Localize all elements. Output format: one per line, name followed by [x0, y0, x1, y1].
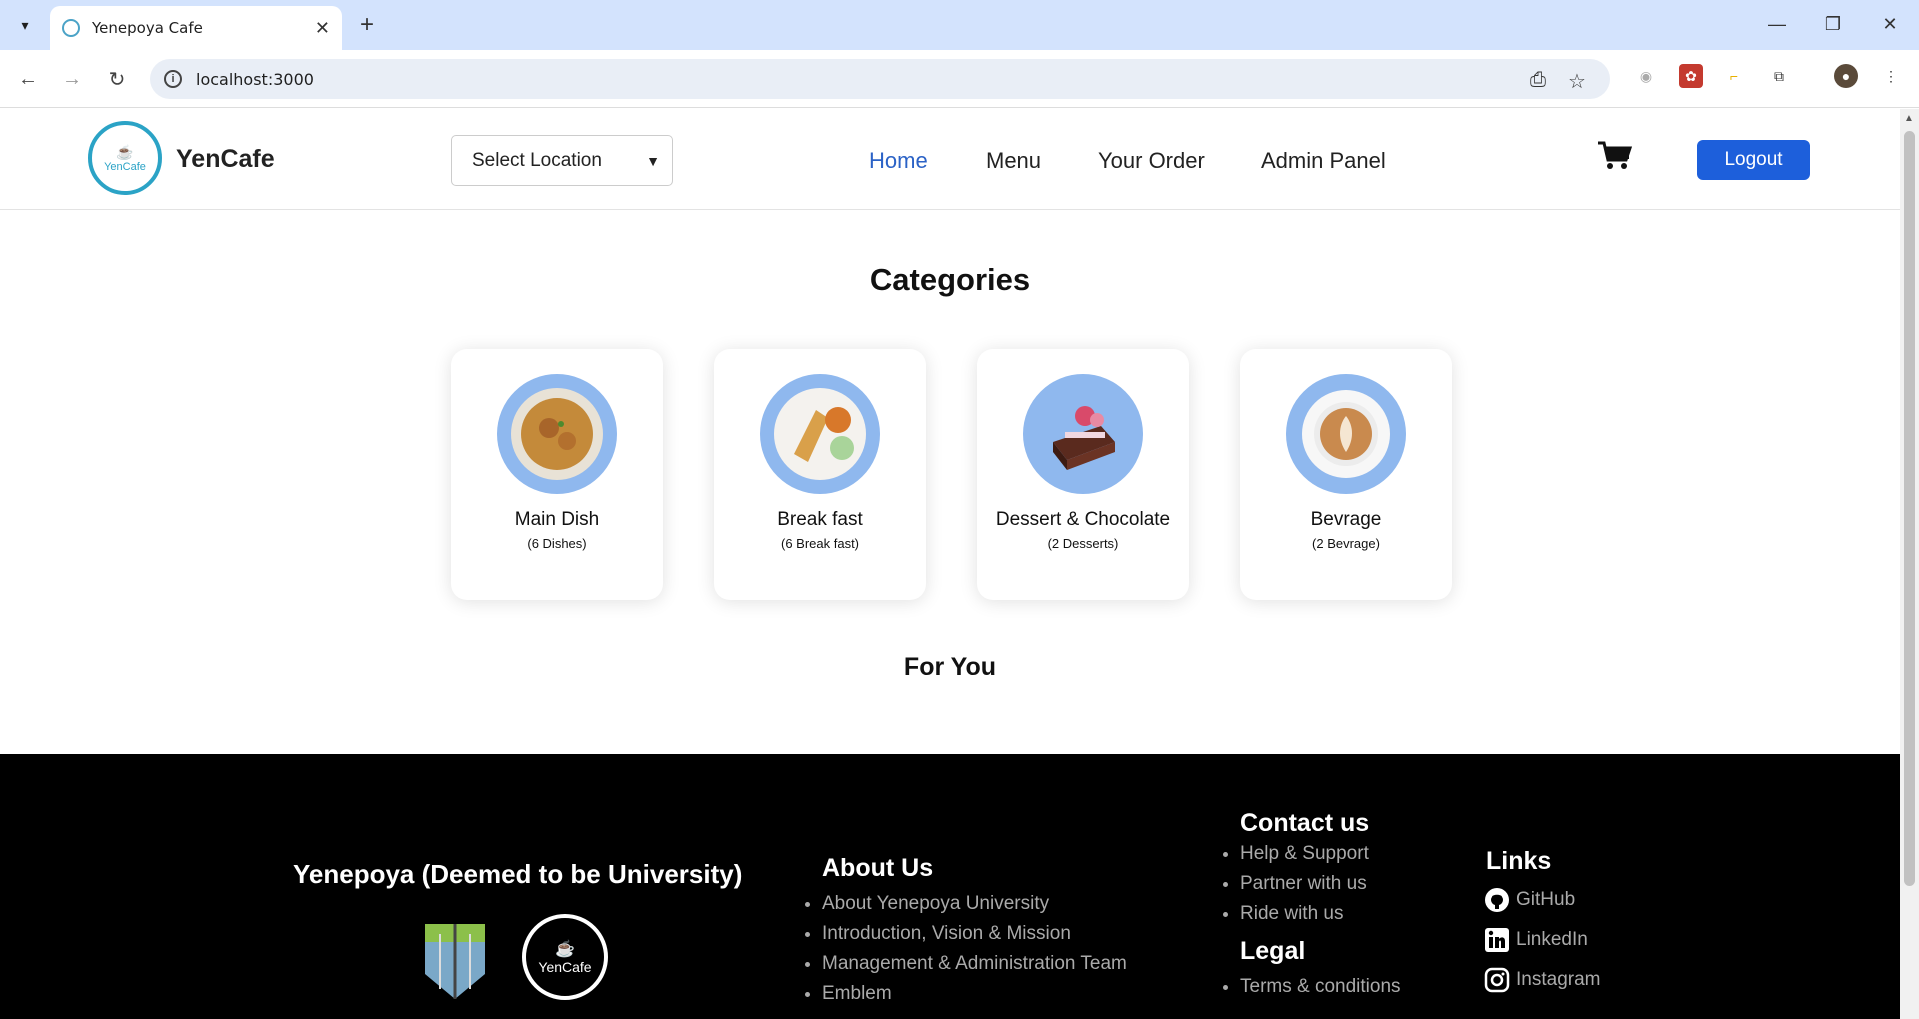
- browser-tab[interactable]: Yenepoya Cafe ✕: [50, 6, 342, 50]
- github-label: GitHub: [1516, 889, 1576, 910]
- close-window-icon[interactable]: ✕: [1870, 8, 1910, 40]
- cake-icon: [1023, 374, 1143, 494]
- extension-red-icon[interactable]: ✿: [1679, 64, 1703, 88]
- legal-title: Legal: [1240, 937, 1306, 965]
- legal-list: Terms & conditions: [1218, 972, 1401, 1002]
- logout-button[interactable]: Logout: [1697, 140, 1810, 180]
- coffee-cup-icon: [1286, 374, 1406, 494]
- browser-menu-icon[interactable]: ⋮: [1879, 64, 1903, 88]
- address-bar[interactable]: i localhost:3000 ⎙ ☆: [150, 59, 1610, 99]
- university-emblem-icon: [410, 914, 500, 1019]
- yencafe-logo[interactable]: ☕ YenCafe: [88, 121, 162, 195]
- cup-icon: ☕: [116, 143, 134, 160]
- about-link[interactable]: Management & Administration Team: [822, 949, 1127, 979]
- browser-toolbar: ← → ↻ i localhost:3000 ⎙ ☆ ◉ ✿ ⌐ ⧉ ● ⋮: [0, 50, 1919, 108]
- instagram-icon: [1484, 967, 1510, 993]
- logo-text: YenCafe: [104, 160, 146, 173]
- about-us-title: About Us: [822, 854, 934, 882]
- tab-bar: ▾ Yenepoya Cafe ✕ + — ❐ ✕: [0, 0, 1919, 50]
- forward-icon[interactable]: →: [57, 64, 87, 94]
- profile-avatar-icon[interactable]: ●: [1834, 64, 1858, 88]
- biryani-plate-icon: [497, 374, 617, 494]
- about-us-list: About Yenepoya University Introduction, …: [800, 889, 1127, 1009]
- nav-your-order[interactable]: Your Order: [1098, 148, 1205, 174]
- instagram-link[interactable]: Instagram: [1484, 967, 1600, 993]
- install-app-icon[interactable]: ⎙: [1530, 69, 1546, 92]
- category-count: (6 Dishes): [527, 536, 587, 551]
- university-name: Yenepoya (Deemed to be University): [293, 859, 743, 889]
- contact-us-list: Help & Support Partner with us Ride with…: [1218, 839, 1369, 929]
- nav-home[interactable]: Home: [869, 148, 928, 174]
- category-count: (2 Desserts): [1047, 536, 1119, 551]
- location-select[interactable]: Select Location ▼: [451, 135, 673, 186]
- links-title: Links: [1486, 847, 1552, 875]
- category-card-beverage[interactable]: Bevrage (2 Bevrage): [1240, 349, 1452, 600]
- site-footer: Yenepoya (Deemed to be University) ☕ Yen…: [0, 754, 1900, 1019]
- url-text: localhost:3000: [196, 69, 314, 89]
- nav-menu[interactable]: Menu: [986, 148, 1041, 174]
- about-link[interactable]: Introduction, Vision & Mission: [822, 919, 1127, 949]
- category-name: Bevrage: [1310, 509, 1382, 530]
- linkedin-link[interactable]: LinkedIn: [1484, 927, 1588, 953]
- contact-us-title: Contact us: [1240, 809, 1370, 837]
- bookmark-star-icon[interactable]: ☆: [1568, 69, 1586, 94]
- close-tab-icon[interactable]: ✕: [315, 18, 330, 39]
- browser-window: ▾ Yenepoya Cafe ✕ + — ❐ ✕ ← → ↻ i localh…: [0, 0, 1919, 1019]
- back-icon[interactable]: ←: [13, 64, 43, 94]
- cup-icon: ☕: [555, 941, 575, 958]
- instagram-label: Instagram: [1516, 969, 1601, 990]
- linkedin-icon: [1484, 927, 1510, 953]
- category-card-main-dish[interactable]: Main Dish (6 Dishes): [451, 349, 663, 600]
- linkedin-label: LinkedIn: [1516, 929, 1588, 950]
- scroll-up-icon[interactable]: ▲: [1904, 113, 1914, 124]
- new-tab-icon[interactable]: +: [352, 10, 382, 40]
- tab-title: Yenepoya Cafe: [92, 19, 203, 37]
- scrollbar-thumb[interactable]: [1904, 131, 1915, 886]
- minimize-icon[interactable]: —: [1757, 8, 1797, 40]
- cart-icon[interactable]: [1597, 140, 1633, 172]
- category-name: Main Dish: [514, 509, 600, 530]
- nav-admin-panel[interactable]: Admin Panel: [1261, 148, 1386, 174]
- chevron-down-icon: ▼: [646, 152, 660, 169]
- site-info-icon[interactable]: i: [164, 70, 182, 88]
- about-link[interactable]: Emblem: [822, 979, 1127, 1009]
- contact-link[interactable]: Partner with us: [1240, 869, 1369, 899]
- reload-icon[interactable]: ↻: [102, 64, 132, 94]
- dosa-plate-icon: [760, 374, 880, 494]
- contact-link[interactable]: Help & Support: [1240, 839, 1369, 869]
- favicon-icon: [62, 19, 80, 37]
- extension-panda-icon[interactable]: ◉: [1634, 64, 1658, 88]
- github-link[interactable]: GitHub: [1484, 887, 1575, 913]
- categories-title: Categories: [869, 262, 1031, 297]
- category-count: (2 Bevrage): [1312, 536, 1380, 551]
- extension-yellow-icon[interactable]: ⌐: [1722, 64, 1746, 88]
- footer-yencafe-logo: ☕ YenCafe: [522, 914, 608, 1000]
- category-name: Break fast: [777, 509, 863, 530]
- restore-icon[interactable]: ❐: [1813, 8, 1853, 40]
- github-icon: [1484, 887, 1510, 913]
- about-link[interactable]: About Yenepoya University: [822, 889, 1127, 919]
- brand-name[interactable]: YenCafe: [176, 145, 275, 174]
- category-count: (6 Break fast): [780, 536, 860, 551]
- for-you-title: For You: [903, 653, 997, 681]
- footer-logo-text: YenCafe: [538, 959, 592, 975]
- location-select-value: Select Location: [472, 149, 602, 171]
- page-viewport: ☕ YenCafe YenCafe Select Location ▼ Home…: [0, 109, 1900, 1019]
- category-card-dessert[interactable]: Dessert & Chocolate (2 Desserts): [977, 349, 1189, 600]
- site-header: ☕ YenCafe YenCafe Select Location ▼ Home…: [0, 109, 1900, 210]
- legal-link[interactable]: Terms & conditions: [1240, 972, 1401, 1002]
- category-name: Dessert & Chocolate: [995, 509, 1171, 530]
- page-scrollbar[interactable]: ▲: [1900, 109, 1919, 1019]
- tab-search-icon[interactable]: ▾: [12, 12, 38, 38]
- category-card-breakfast[interactable]: Break fast (6 Break fast): [714, 349, 926, 600]
- extensions-puzzle-icon[interactable]: ⧉: [1767, 64, 1791, 88]
- contact-link[interactable]: Ride with us: [1240, 899, 1369, 929]
